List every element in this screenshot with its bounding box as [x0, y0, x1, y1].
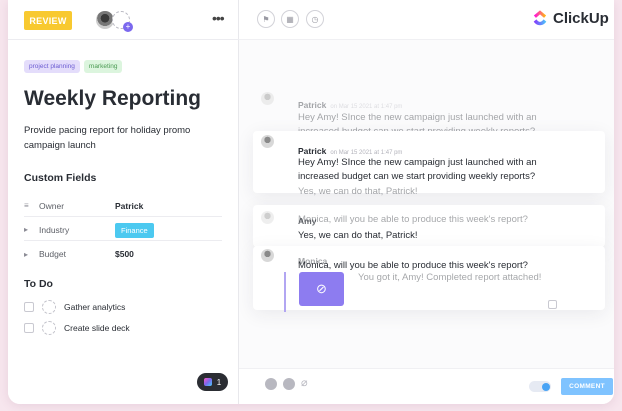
avatar [261, 211, 274, 224]
comment-author: Amy [298, 216, 317, 226]
comment-composer: ⌀ COMMENT [239, 368, 614, 404]
field-owner-value[interactable]: Patrick [115, 201, 143, 211]
todo-checkbox[interactable] [24, 302, 34, 312]
comment-text: Hey Amy! SInce the new campaign just lau… [298, 157, 537, 182]
assign-avatar-icon[interactable] [42, 321, 56, 335]
assign-toggle[interactable] [529, 381, 551, 392]
comment-button[interactable]: COMMENT [561, 378, 613, 395]
flag-icon[interactable]: ⚑ [257, 10, 275, 28]
task-title[interactable]: Weekly Reporting [24, 87, 201, 111]
money-icon: ▸ [24, 249, 29, 259]
comment-card: Monica, will you be able to produce this… [253, 205, 605, 247]
comment-text: Yes, we can do that, Patrick! [298, 230, 418, 241]
attachment-icon[interactable]: ⊘ [299, 272, 344, 306]
more-options-icon[interactable]: ••• [212, 10, 225, 26]
field-industry-row[interactable]: ▸ Industry Finance [24, 219, 222, 241]
field-owner-row[interactable]: ≡ Owner Patrick [24, 195, 222, 217]
reply-text: You got it, Amy! Completed report attach… [358, 272, 542, 283]
plus-icon: + [123, 22, 133, 32]
todo-item[interactable]: Gather analytics [24, 300, 125, 314]
custom-fields-heading: Custom Fields [24, 172, 97, 184]
avatar [261, 92, 274, 105]
task-description[interactable]: Provide pacing report for holiday promo … [24, 123, 224, 153]
todo-item[interactable]: Create slide deck [24, 321, 130, 335]
field-owner-label: Owner [39, 200, 65, 211]
activity-header: ⚑ ▦ ◷ ClickUp [239, 0, 614, 40]
brand-logo: ClickUp [531, 9, 609, 27]
brand-name: ClickUp [553, 9, 609, 27]
paperclip-icon[interactable]: ⌀ [301, 376, 313, 389]
field-industry-label: Industry [39, 224, 70, 235]
tag-marketing[interactable]: marketing [83, 60, 123, 73]
task-window: REVIEW + ••• project planning marketing … [8, 0, 614, 404]
field-budget-value[interactable]: $500 [115, 249, 134, 259]
todo-heading: To Do [24, 278, 53, 290]
field-industry-value[interactable]: Finance [115, 222, 154, 238]
resolve-checkbox[interactable] [548, 300, 557, 309]
calendar-icon[interactable]: ▦ [281, 10, 299, 28]
notifications-button[interactable]: 1 [197, 373, 228, 391]
emoji-icon[interactable] [283, 378, 295, 390]
mention-icon[interactable] [265, 378, 277, 390]
todo-label: Gather analytics [64, 302, 126, 312]
tag-list: project planning marketing [24, 60, 123, 73]
notification-count: 1 [216, 377, 222, 387]
task-header: REVIEW + ••• [8, 0, 239, 40]
activity-panel: ⚑ ▦ ◷ ClickUp Patrick on Mar 15 2021 at 1 [239, 0, 614, 404]
clickup-mini-icon [203, 378, 212, 386]
comment-text-faded: Monica, will you be able to produce this… [298, 214, 528, 225]
field-budget-row[interactable]: ▸ Budget $500 [24, 243, 222, 265]
comment-timestamp: on Mar 15 2021 at 1:47 pm [330, 104, 403, 110]
thread-line [284, 272, 286, 312]
field-budget-label: Budget [39, 249, 66, 259]
clickup-logo-icon [533, 10, 547, 26]
dropdown-icon: ▸ [24, 225, 29, 234]
assign-avatar-icon[interactable] [42, 300, 56, 314]
comment-author: Patrick [298, 100, 327, 110]
comment-card: Patrick on Mar 15 2021 at 1:47 pm Hey Amy… [253, 131, 605, 193]
person-icon: ≡ [24, 201, 29, 210]
tag-project-planning[interactable]: project planning [24, 60, 80, 73]
clock-icon[interactable]: ◷ [306, 10, 324, 28]
comment-author: Patrick [298, 146, 327, 156]
status-review-button[interactable]: REVIEW [24, 11, 72, 30]
comment-text: Yes, we can do that, Patrick! [298, 186, 418, 197]
todo-checkbox[interactable] [24, 323, 34, 333]
avatar [261, 249, 274, 262]
add-assignee-button[interactable]: + [112, 11, 133, 32]
todo-label: Create slide deck [64, 323, 130, 333]
avatar [261, 135, 274, 148]
task-details-panel: REVIEW + ••• project planning marketing … [8, 0, 239, 404]
